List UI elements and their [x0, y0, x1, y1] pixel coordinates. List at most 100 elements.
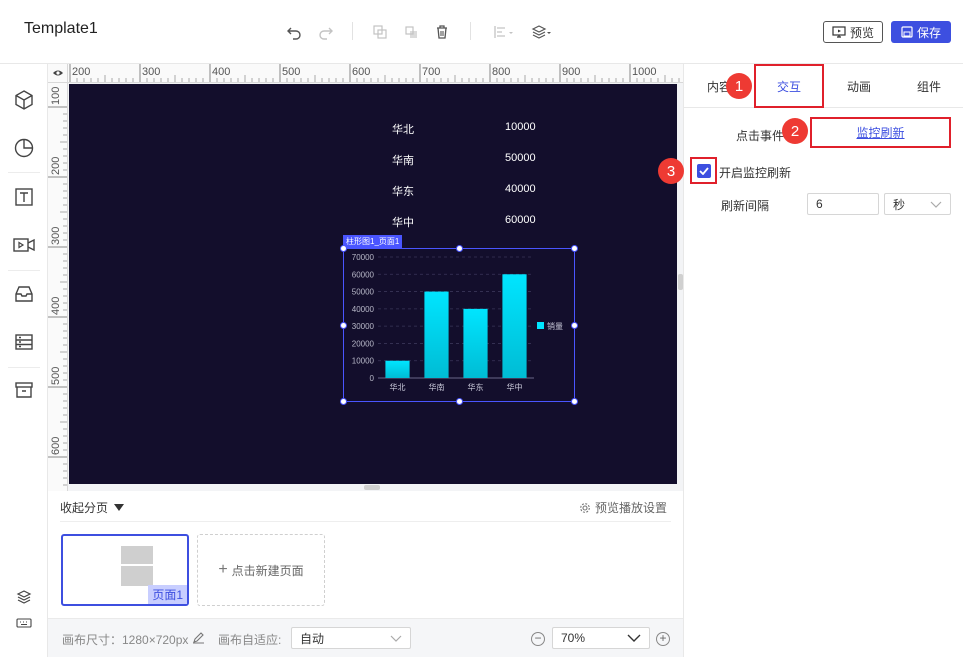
- tab-component[interactable]: 组件: [894, 64, 963, 108]
- save-label: 保存: [916, 25, 941, 40]
- text-icon[interactable]: [12, 185, 36, 209]
- ruler-label: 800: [492, 66, 510, 78]
- ruler-label: 500: [50, 367, 62, 385]
- ruler-label: 300: [50, 227, 62, 245]
- ruler-label: 900: [562, 66, 580, 78]
- canvas-size-label: 画布尺寸：1280×720px: [62, 633, 189, 647]
- zoom-select[interactable]: 70%: [552, 627, 650, 649]
- chevron-down-icon: [627, 634, 641, 642]
- new-page-label: 点击新建页面: [231, 563, 304, 578]
- pie-chart-icon[interactable]: [12, 136, 36, 160]
- canvas-adapt-value: 自动: [300, 631, 325, 646]
- resize-handle-e[interactable]: [571, 322, 578, 329]
- collapse-pages-toggle[interactable]: 收起分页: [60, 499, 125, 516]
- top-toolbar: Template1 预览 保存: [0, 0, 963, 64]
- table-region-cell: 华中: [392, 217, 414, 229]
- resize-handle-sw[interactable]: [340, 398, 347, 405]
- resize-handle-ne[interactable]: [571, 245, 578, 252]
- table-icon[interactable]: [12, 330, 36, 354]
- preview-playback-settings[interactable]: 预览播放设置: [579, 499, 667, 516]
- app-root: Template1 预览 保存 200 300 400 500 600 700 …: [0, 0, 963, 657]
- table-region-cell: 华东: [392, 186, 414, 198]
- zoom-in-button[interactable]: +: [656, 632, 670, 646]
- layer-dropdown-icon[interactable]: [530, 22, 556, 42]
- collapse-pages-label: 收起分页: [60, 501, 109, 515]
- enable-monitor-checkbox[interactable]: [696, 163, 711, 178]
- bar-华东: [463, 308, 488, 378]
- edit-icon[interactable]: [192, 631, 205, 647]
- delete-icon[interactable]: [432, 22, 452, 42]
- ruler-vertical: 100 200 300 400 500 600: [48, 83, 68, 491]
- ruler-horizontal: 200 300 400 500 600 700 800 900 1000: [68, 64, 683, 83]
- resize-handle-s[interactable]: [456, 398, 463, 405]
- archive-icon[interactable]: [12, 378, 36, 402]
- step-badge: 3: [658, 158, 684, 184]
- interval-unit-select[interactable]: 秒: [884, 193, 951, 215]
- ruler-label: 500: [282, 66, 300, 78]
- redo-icon[interactable]: [316, 22, 336, 42]
- resize-handle-n[interactable]: [456, 245, 463, 252]
- ruler-label: 600: [50, 437, 62, 455]
- y-tick-label: 50000: [352, 288, 375, 297]
- event-monitor-refresh[interactable]: 监控刷新: [810, 117, 951, 148]
- new-page-button[interactable]: + 点击新建页面: [197, 534, 325, 606]
- canvas-adapt-select[interactable]: 自动: [291, 627, 411, 649]
- table-value-cell: 40000: [505, 183, 536, 195]
- preview-button[interactable]: 预览: [823, 21, 883, 43]
- tab-interaction[interactable]: 交互: [754, 64, 824, 108]
- chart-component-tag: 柱形图1_页面1: [343, 235, 403, 249]
- cube-icon[interactable]: [12, 88, 36, 112]
- resize-handle-w[interactable]: [340, 322, 347, 329]
- layers-icon[interactable]: [12, 588, 36, 606]
- bar-chart-component[interactable]: 柱形图1_页面1 70000 60000 50000 40000 30000 20000 1…: [340, 235, 578, 405]
- plus-icon: +: [218, 561, 228, 578]
- enable-monitor-checkbox-highlight: [690, 157, 717, 184]
- resize-handle-se[interactable]: [571, 398, 578, 405]
- undo-icon[interactable]: [284, 22, 304, 42]
- y-tick-label: 10000: [352, 357, 375, 366]
- legend-swatch: [537, 322, 544, 329]
- x-tick-label: 华东: [468, 382, 484, 392]
- table-region-cell: 华北: [392, 124, 414, 136]
- zoom-out-button[interactable]: −: [531, 632, 545, 646]
- visibility-eye-icon[interactable]: [48, 64, 68, 83]
- x-tick-label: 华北: [390, 382, 406, 392]
- table-value-cell: 10000: [505, 121, 536, 133]
- save-button[interactable]: 保存: [891, 21, 951, 43]
- sidebar-divider: [8, 270, 40, 271]
- table-value-cell: 60000: [505, 214, 536, 226]
- gear-icon: [580, 502, 590, 513]
- keyboard-icon[interactable]: [12, 614, 36, 632]
- chevron-down-icon: [930, 201, 942, 208]
- horizontal-scrollbar[interactable]: [364, 485, 380, 490]
- resize-handle-nw[interactable]: [340, 245, 347, 252]
- step-badge: 1: [726, 73, 752, 99]
- bar-chart: 70000 60000 50000 40000 30000 20000 10000 0 华北 华南…: [352, 253, 563, 392]
- y-tick-label: 70000: [352, 253, 375, 262]
- sidebar-divider: [8, 367, 40, 368]
- copy-icon[interactable]: [370, 22, 390, 42]
- check-icon: [698, 166, 709, 175]
- refresh-interval-input[interactable]: 6: [807, 193, 879, 215]
- design-canvas[interactable]: 华北 10000 华南 50000 华东 40000 华中 60000 柱形图1_页面1 70…: [69, 84, 677, 484]
- y-tick-label: 60000: [352, 270, 375, 279]
- page-thumbnail[interactable]: 页面1: [61, 534, 189, 606]
- pages-panel: 收起分页 预览播放设置 页面1 + 点击新建页面: [48, 491, 683, 618]
- video-icon[interactable]: [12, 233, 36, 257]
- template-title[interactable]: Template1: [24, 20, 98, 38]
- ruler-label: 1000: [632, 66, 656, 78]
- x-tick-label: 华南: [429, 382, 445, 392]
- bar-华南: [424, 291, 449, 378]
- ruler-label: 700: [422, 66, 440, 78]
- align-dropdown-icon[interactable]: [492, 22, 518, 42]
- zoom-value: 70%: [561, 631, 586, 645]
- event-value: 监控刷新: [856, 126, 905, 140]
- tab-animation[interactable]: 动画: [824, 64, 894, 108]
- y-tick-label: 0: [370, 374, 375, 383]
- caret-down-icon: [114, 503, 125, 511]
- canvas-status-bar: 画布尺寸：1280×720px 画布自适应: 自动 − 70% +: [48, 618, 683, 657]
- paste-icon[interactable]: [401, 22, 421, 42]
- refresh-interval-label: 刷新间隔: [721, 199, 770, 213]
- inbox-icon[interactable]: [12, 282, 36, 306]
- step-badge: 2: [782, 118, 808, 144]
